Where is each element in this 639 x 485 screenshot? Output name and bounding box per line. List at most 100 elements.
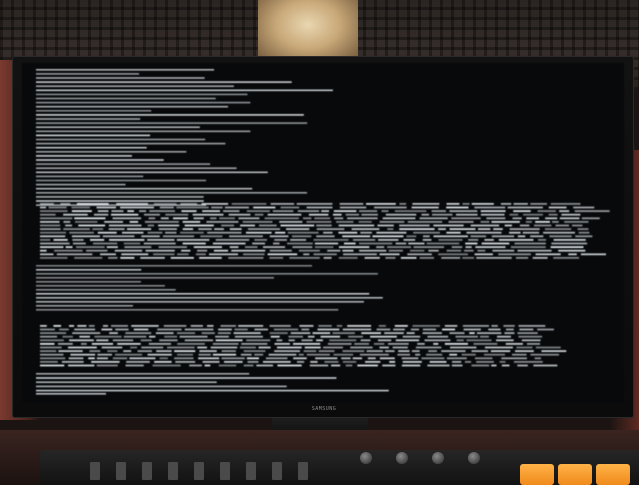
console-line xyxy=(40,346,62,349)
console-line xyxy=(89,350,101,352)
console-line xyxy=(471,350,489,352)
controller-knob xyxy=(360,452,372,464)
console-line xyxy=(413,246,445,248)
console-line xyxy=(229,246,239,248)
console-line xyxy=(40,221,60,223)
console-line xyxy=(218,364,237,367)
console-line xyxy=(293,357,307,360)
console-line xyxy=(318,350,335,352)
console-line xyxy=(40,210,68,212)
console-line xyxy=(491,364,497,367)
console-line xyxy=(324,361,339,363)
console-line xyxy=(120,257,135,259)
controller-fader xyxy=(90,462,100,480)
console-line xyxy=(513,210,531,212)
console-line xyxy=(56,253,93,256)
console-line xyxy=(422,235,430,238)
console-line xyxy=(553,257,580,259)
console-line xyxy=(347,217,378,220)
console-line xyxy=(36,130,251,133)
console-line xyxy=(376,246,385,248)
controller-fader xyxy=(194,462,204,480)
console-line xyxy=(446,231,461,234)
console-line xyxy=(548,213,558,216)
console-line xyxy=(518,325,546,327)
console-line xyxy=(289,257,320,259)
console-line xyxy=(358,221,372,223)
console-line xyxy=(206,221,239,223)
controller-fader xyxy=(220,462,230,480)
console-line xyxy=(499,361,506,363)
console-line xyxy=(366,350,383,352)
console-line xyxy=(123,350,132,352)
console-line xyxy=(254,213,264,216)
console-line xyxy=(69,339,94,342)
console-line xyxy=(215,339,243,342)
console-line xyxy=(36,385,287,388)
console-line xyxy=(130,346,138,349)
console-line xyxy=(339,203,364,205)
console-line xyxy=(387,228,394,230)
console-line xyxy=(172,217,188,220)
console-line xyxy=(509,228,540,230)
console-line xyxy=(469,332,475,334)
console-line xyxy=(361,213,378,216)
console-line xyxy=(293,343,321,345)
console-line xyxy=(141,235,160,238)
console-line xyxy=(36,159,164,161)
console-line xyxy=(419,257,435,259)
console-line xyxy=(315,357,338,360)
console-line xyxy=(111,325,128,327)
console-line xyxy=(379,253,400,256)
console-line xyxy=(36,200,204,202)
console-line xyxy=(296,203,333,205)
console-line xyxy=(239,346,256,349)
console-line xyxy=(256,364,274,367)
console-line xyxy=(193,246,223,248)
console-line xyxy=(40,364,65,367)
console-line xyxy=(97,210,109,212)
console-line xyxy=(451,364,463,367)
console-line xyxy=(446,206,469,209)
console-line xyxy=(112,217,142,220)
console-line xyxy=(199,350,217,352)
console-line xyxy=(491,235,515,238)
console-line xyxy=(455,213,478,216)
console-line xyxy=(449,228,476,230)
console-line xyxy=(212,353,237,356)
console-line xyxy=(433,224,464,227)
console-line xyxy=(74,221,98,223)
console-line xyxy=(127,210,135,212)
console-line xyxy=(398,350,410,352)
console-line xyxy=(466,231,502,234)
console-line xyxy=(36,269,142,271)
console-line xyxy=(461,353,476,356)
console-line xyxy=(310,361,318,363)
console-line xyxy=(267,253,298,256)
console-line xyxy=(88,357,95,360)
console-line xyxy=(332,332,355,334)
console-line xyxy=(474,357,493,360)
console-line xyxy=(504,224,512,227)
console-line xyxy=(40,325,47,327)
console-line xyxy=(480,210,506,212)
console-line xyxy=(40,217,73,220)
console-line xyxy=(238,325,264,327)
console-line xyxy=(170,257,194,259)
console-line xyxy=(211,206,223,209)
console-line xyxy=(399,224,430,227)
console-line xyxy=(125,364,144,367)
console-line xyxy=(444,325,458,327)
console-line xyxy=(572,224,583,227)
console-line xyxy=(401,364,421,367)
console-line xyxy=(559,210,570,212)
console-line xyxy=(36,167,237,169)
console-line xyxy=(360,231,372,234)
console-line xyxy=(58,350,83,352)
console-line xyxy=(48,206,67,209)
console-line xyxy=(111,210,124,212)
console-line xyxy=(518,335,543,338)
console-line xyxy=(269,332,288,334)
console-line xyxy=(507,206,543,209)
console-line xyxy=(40,249,47,252)
